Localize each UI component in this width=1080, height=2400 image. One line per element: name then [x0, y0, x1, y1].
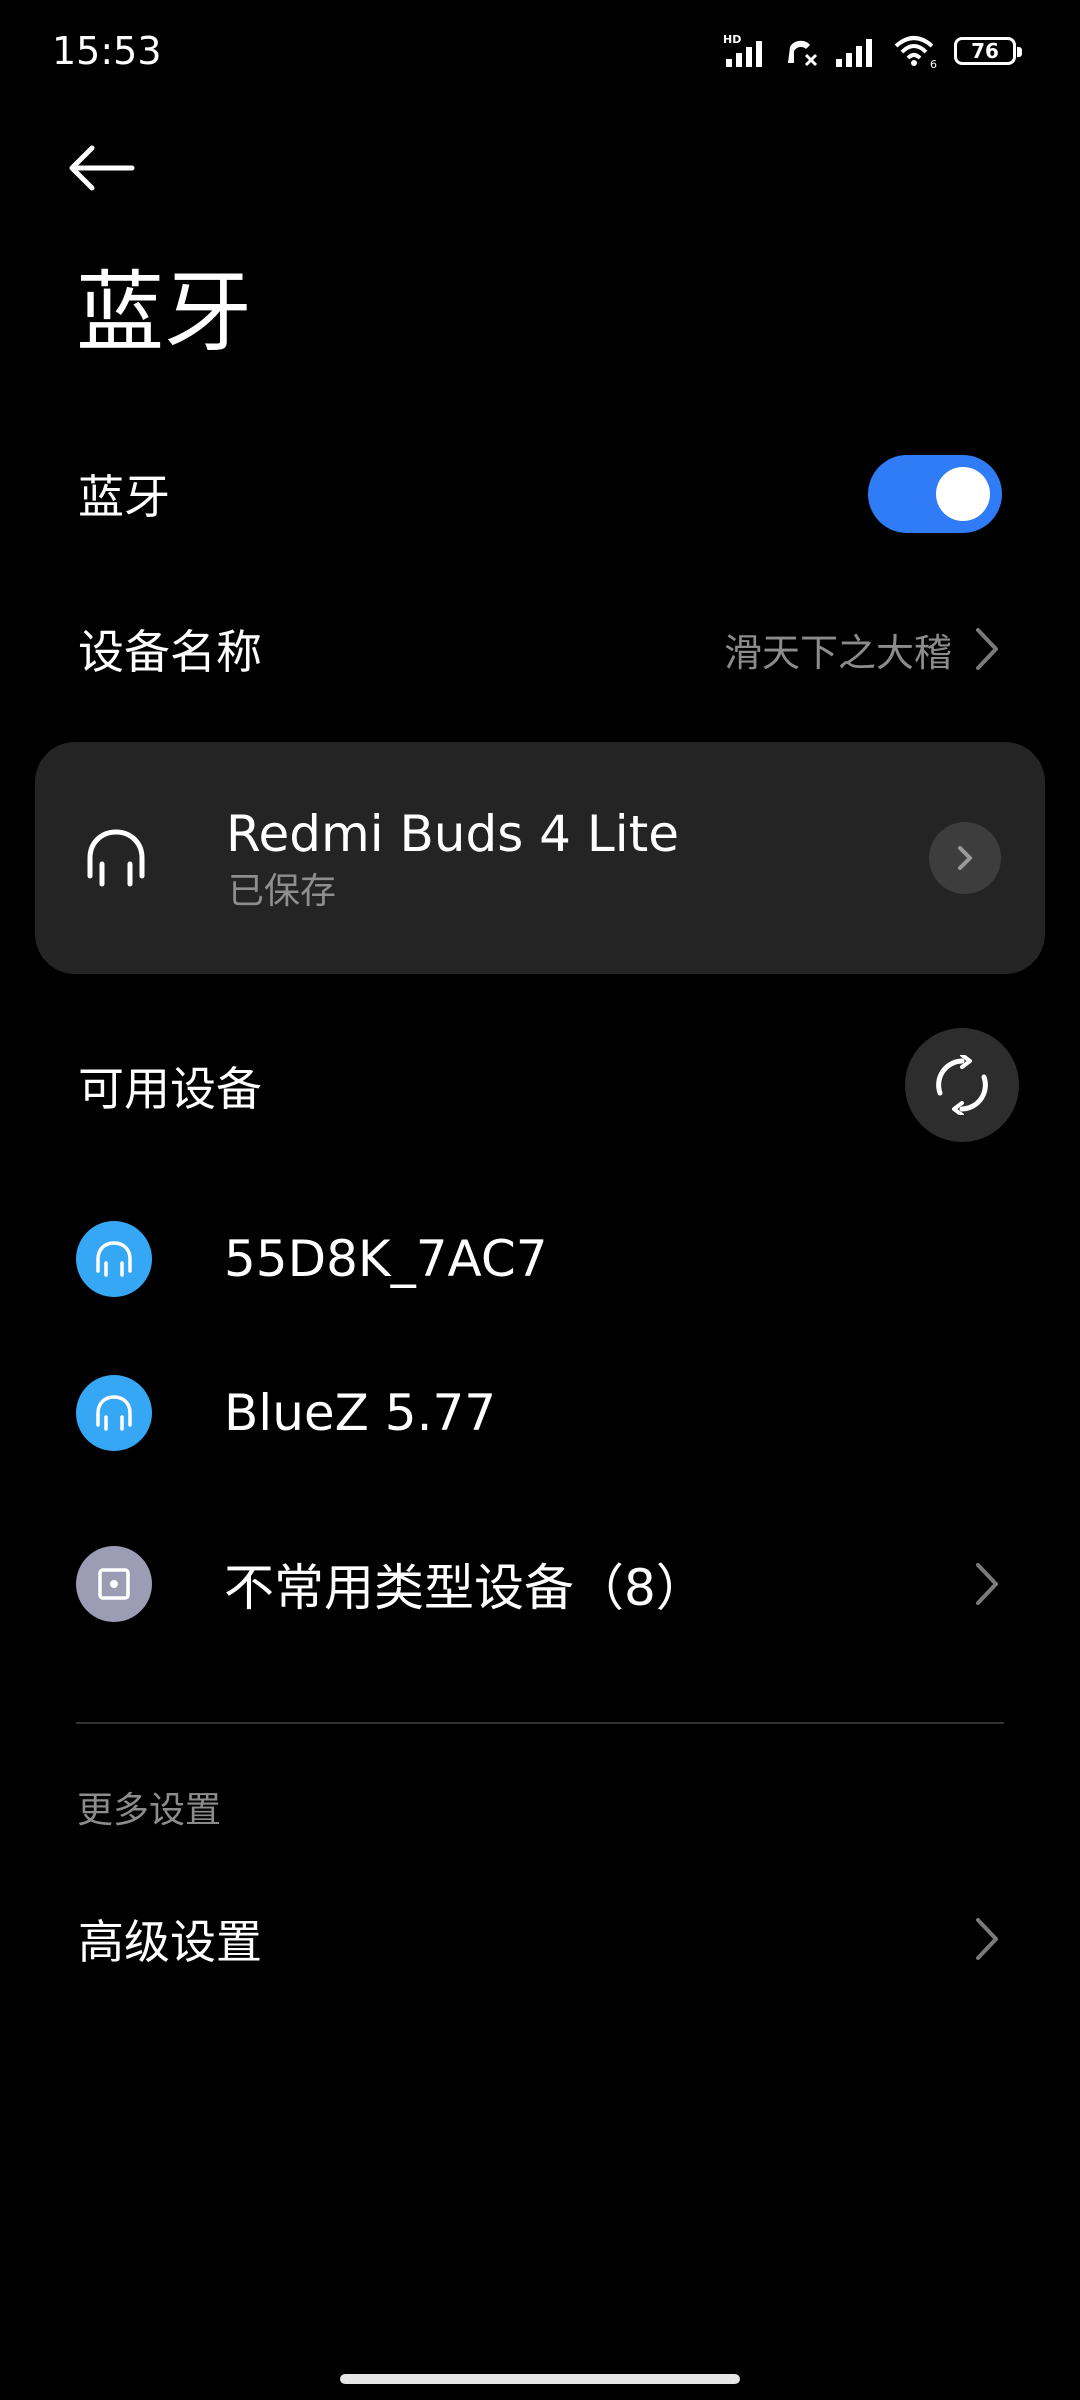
available-device-item[interactable]: BlueZ 5.77 [0, 1370, 1080, 1456]
hd-label: HD [723, 33, 741, 46]
call-muted-icon [788, 40, 818, 67]
hd-signal-icon: HD [723, 33, 762, 67]
chevron-right-icon [976, 1918, 998, 1960]
device-name: 55D8K_7AC7 [224, 1230, 548, 1288]
toggle-knob [936, 467, 990, 521]
wifi-icon: 6 [894, 36, 937, 70]
wifi-label: 6 [930, 58, 937, 70]
divider [76, 1722, 1004, 1724]
saved-device-status: 已保存 [228, 871, 337, 912]
device-name: BlueZ 5.77 [224, 1384, 497, 1442]
device-name-label: 设备名称 [78, 625, 262, 679]
home-indicator[interactable] [340, 2374, 740, 2384]
page-title: 蓝牙 [76, 261, 253, 364]
chevron-right-icon [958, 846, 972, 870]
device-name-row[interactable]: 设备名称 滑天下之大稽 [0, 608, 1080, 690]
back-arrow-icon [69, 145, 135, 191]
signal-icon [836, 39, 872, 67]
section-more-settings: 更多设置 [77, 1790, 222, 1831]
advanced-settings-row[interactable]: 高级设置 [0, 1896, 1080, 1982]
advanced-settings-label: 高级设置 [78, 1915, 262, 1969]
chevron-right-icon [976, 1563, 998, 1605]
status-icons: HD 6 76 [722, 26, 1022, 76]
refresh-button[interactable] [905, 1028, 1019, 1142]
headphones-icon [76, 1375, 152, 1451]
saved-device-name: Redmi Buds 4 Lite [226, 805, 679, 863]
battery-icon: 76 [954, 37, 1022, 65]
battery-level: 76 [971, 39, 999, 63]
device-square-icon [76, 1546, 152, 1622]
chevron-right-icon [976, 628, 998, 670]
back-button[interactable] [66, 128, 156, 208]
headphones-icon [87, 829, 145, 887]
headphones-icon [76, 1221, 152, 1297]
bluetooth-toggle[interactable] [868, 455, 1002, 533]
available-device-item[interactable]: 55D8K_7AC7 [0, 1216, 1080, 1302]
status-time: 15:53 [52, 29, 162, 73]
device-name-value: 滑天下之大稽 [723, 630, 952, 675]
uncommon-devices-item[interactable]: 不常用类型设备（8） [0, 1541, 1080, 1627]
device-details-button[interactable] [929, 822, 1001, 894]
bluetooth-label: 蓝牙 [78, 470, 170, 524]
available-devices-title: 可用设备 [78, 1062, 262, 1116]
refresh-icon [936, 1055, 988, 1115]
device-name: 不常用类型设备（8） [224, 1559, 706, 1617]
